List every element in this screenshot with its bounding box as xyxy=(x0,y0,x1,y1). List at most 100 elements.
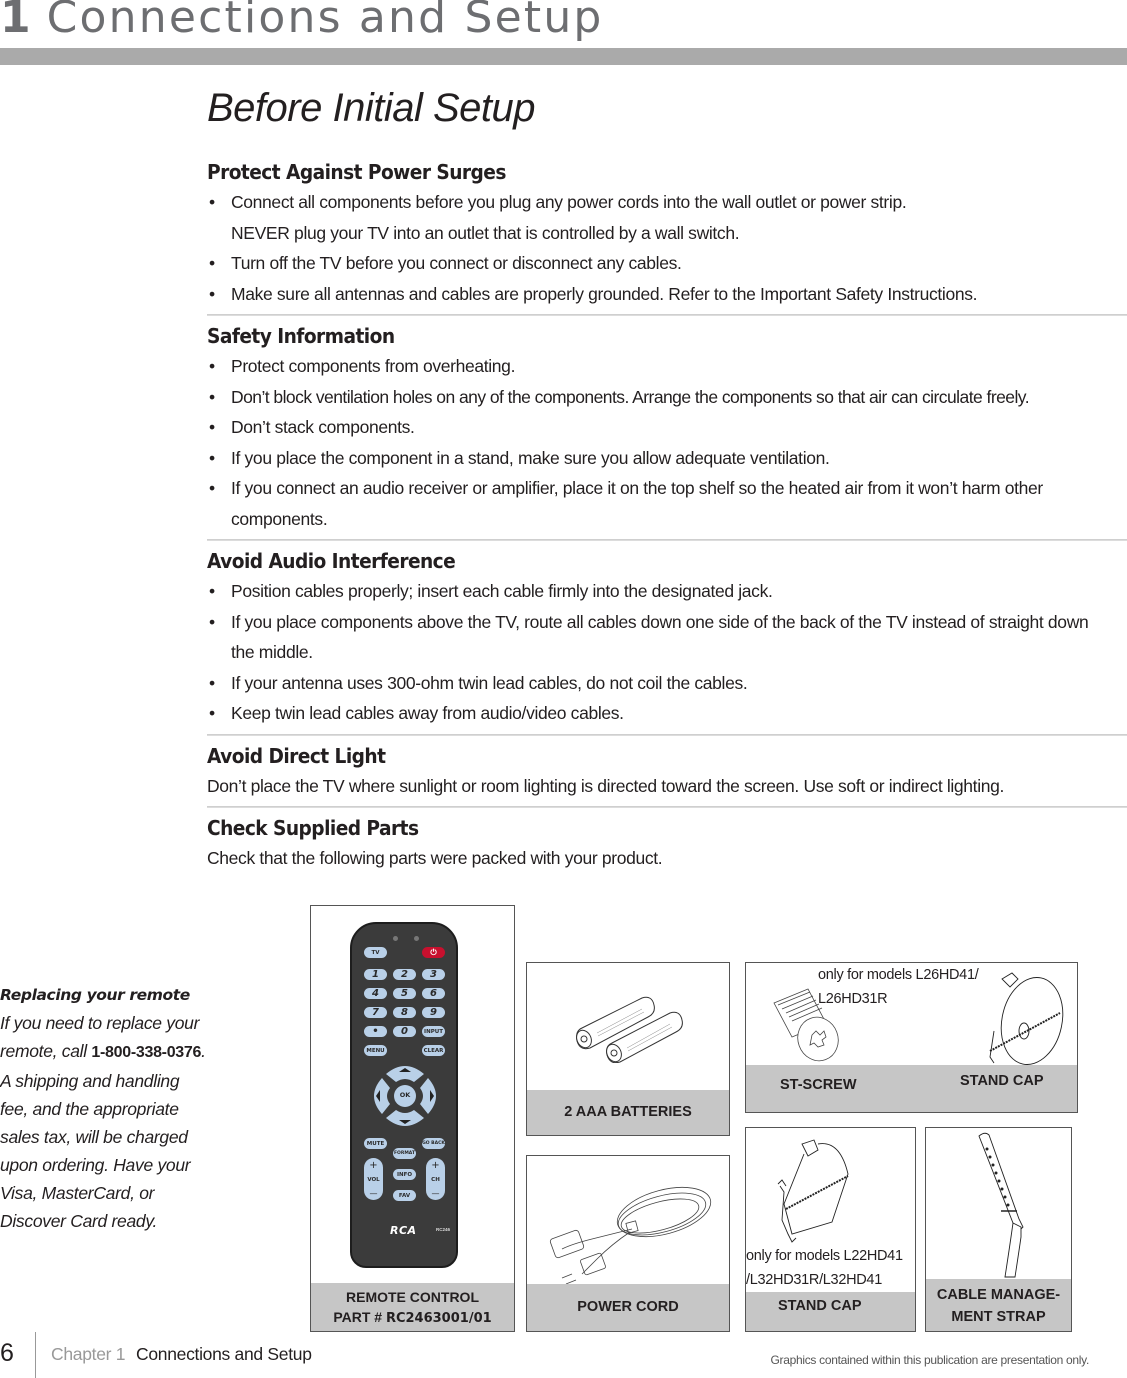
input-button: INPUT xyxy=(422,1026,445,1037)
section-heading: Avoid Direct Light xyxy=(207,743,386,768)
main-content: Protect Against Power Surges Connect all… xyxy=(207,158,1127,873)
tv-button: TV xyxy=(364,947,387,958)
fav-button: FAV xyxy=(393,1190,416,1201)
bullet-item: Don’t block ventilation holes on any of … xyxy=(207,382,1127,413)
stand-cap-label: STAND CAP xyxy=(960,1073,1044,1089)
bullet-item: Turn off the TV before you connect or di… xyxy=(207,248,1127,279)
vol-label: VOL xyxy=(367,1177,380,1183)
ok-button: OK xyxy=(399,1091,411,1099)
part-power-cord: POWER CORD xyxy=(526,1155,730,1332)
format-button: FORMAT xyxy=(393,1148,416,1159)
batteries-icon xyxy=(576,996,683,1063)
bullet-item: If you connect an audio receiver or ampl… xyxy=(207,473,1127,534)
menu-button: MENU xyxy=(364,1045,387,1056)
section-title: Before Initial Setup xyxy=(207,86,536,130)
bullet-item: Don’t stack components. xyxy=(207,412,1127,443)
section-power-surges: Protect Against Power Surges Connect all… xyxy=(207,158,1127,309)
channel-rocker: + CH — xyxy=(426,1158,445,1200)
power-icon: ⏻ xyxy=(422,947,445,958)
screw-label: ST-SCREW xyxy=(780,1077,857,1093)
stand-cap-icon xyxy=(777,1139,849,1243)
info-button: INFO xyxy=(393,1169,416,1180)
volume-rocker: + VOL — xyxy=(364,1158,383,1200)
label-line: REMOTE CONTROL xyxy=(346,1289,479,1305)
label-line: PART # RC2463001/01 xyxy=(333,1309,492,1326)
remote-model: RC246 xyxy=(436,1227,451,1232)
section-text: Check that the following parts were pack… xyxy=(207,847,663,868)
bullet-item: If you place components above the TV, ro… xyxy=(207,607,1127,668)
bullet-item: Position cables properly; insert each ca… xyxy=(207,576,1127,607)
replacing-remote-note: Replacing your remote If you need to rep… xyxy=(0,981,210,1235)
digit-button: 9 xyxy=(422,1007,445,1018)
part-batteries: 2 AAA BATTERIES xyxy=(526,962,730,1136)
digit-button: 1 xyxy=(364,969,387,980)
footer-divider xyxy=(35,1332,36,1378)
section-heading: Protect Against Power Surges xyxy=(207,160,506,184)
screw-icon xyxy=(773,988,839,1062)
digit-button: 4 xyxy=(364,988,387,999)
cable-strap-icon xyxy=(978,1132,1024,1278)
note-heading: Replacing your remote xyxy=(0,986,190,1004)
section-divider xyxy=(207,539,1127,541)
power-cord-icon xyxy=(549,1186,712,1284)
digit-button: 2 xyxy=(393,969,416,980)
model-note: only for models L22HD41 /L32HD31R/L32HD4… xyxy=(746,1248,903,1288)
section-divider xyxy=(207,733,1127,736)
plus-icon: + xyxy=(431,1160,440,1171)
bullet-list: Protect components from overheating. Don… xyxy=(207,351,1127,534)
section-divider xyxy=(207,805,1127,808)
digit-button: 8 xyxy=(393,1007,416,1018)
section-supplied-parts: Check Supplied Parts Check that the foll… xyxy=(207,814,1127,873)
part-screw-and-stand-cap: only for models L26HD41/ L26HD31R ST-SCR… xyxy=(745,962,1078,1113)
part-label: REMOTE CONTROL PART # RC2463001/01 xyxy=(311,1283,514,1331)
chapter-number: 1 xyxy=(0,0,32,43)
led-indicator xyxy=(414,936,419,941)
bullet-item: If you place the component in a stand, m… xyxy=(207,443,1127,474)
part-label: 2 AAA BATTERIES xyxy=(527,1090,729,1135)
section-audio-interference: Avoid Audio Interference Position cables… xyxy=(207,547,1127,729)
digit-button: 6 xyxy=(422,988,445,999)
section-heading: Safety Information xyxy=(207,324,395,348)
section-text: Don’t place the TV where sunlight or roo… xyxy=(207,775,1005,796)
part-cable-strap: CABLE MANAGE- MENT STRAP xyxy=(925,1127,1072,1332)
note-body: If you need to replace your remote, call… xyxy=(0,1009,210,1235)
bullet-item: Connect all components before you plug a… xyxy=(207,187,1127,248)
plus-icon: + xyxy=(369,1160,378,1171)
bullet-list: Connect all components before you plug a… xyxy=(207,187,1127,309)
minus-icon: — xyxy=(369,1189,378,1198)
section-direct-light: Avoid Direct Light Don’t place the TV wh… xyxy=(207,742,1127,801)
section-heading: Avoid Audio Interference xyxy=(207,549,456,573)
bullet-item: Keep twin lead cables away from audio/vi… xyxy=(207,698,1127,729)
digit-button: 0 xyxy=(393,1026,416,1037)
note-text: . A shipping and handling fee, and the a… xyxy=(0,1041,206,1231)
clear-button: CLEAR xyxy=(422,1045,445,1056)
digit-button: 5 xyxy=(393,988,416,999)
chapter-title-bar xyxy=(0,48,1127,65)
digit-button: 7 xyxy=(364,1007,387,1018)
part-number: RC2463001/01 xyxy=(385,1311,492,1326)
goback-button: GO BACK xyxy=(422,1138,445,1149)
stand-cap-icon xyxy=(989,972,1064,1065)
bullet-item: Protect components from overheating. xyxy=(207,351,1127,382)
bullet-list: Position cables properly; insert each ca… xyxy=(207,576,1127,729)
phone-number: 1-800-338-0376 xyxy=(91,1044,202,1061)
part-stand-cap-large: only for models L22HD41 /L32HD31R/L32HD4… xyxy=(745,1127,916,1332)
page-number: 6 xyxy=(0,1339,14,1367)
part-label: ST-SCREW STAND CAP xyxy=(746,1065,1077,1112)
minus-icon: — xyxy=(431,1189,440,1198)
ch-label: CH xyxy=(431,1177,440,1183)
chapter-title: 1 Connections and Setup xyxy=(0,0,604,43)
footer-chapter-label: Chapter 1 xyxy=(51,1344,126,1364)
bullet-item: If your antenna uses 300-ohm twin lead c… xyxy=(207,668,1127,699)
part-label: CABLE MANAGE- MENT STRAP xyxy=(926,1279,1071,1331)
part-label: STAND CAP xyxy=(746,1292,915,1331)
part-label: POWER CORD xyxy=(527,1284,729,1331)
section-divider xyxy=(207,314,1127,316)
remote-control-illustration: TV ⏻ 1 2 3 4 5 6 7 8 9 • 0 INPUT MENU CL… xyxy=(350,922,458,1268)
footer-chapter-title: Connections and Setup xyxy=(136,1344,312,1364)
digit-button: 3 xyxy=(422,969,445,980)
led-indicator xyxy=(393,936,398,941)
chapter-name: Connections and Setup xyxy=(46,0,604,43)
section-heading: Check Supplied Parts xyxy=(207,815,419,840)
mute-button: MUTE xyxy=(364,1138,387,1149)
